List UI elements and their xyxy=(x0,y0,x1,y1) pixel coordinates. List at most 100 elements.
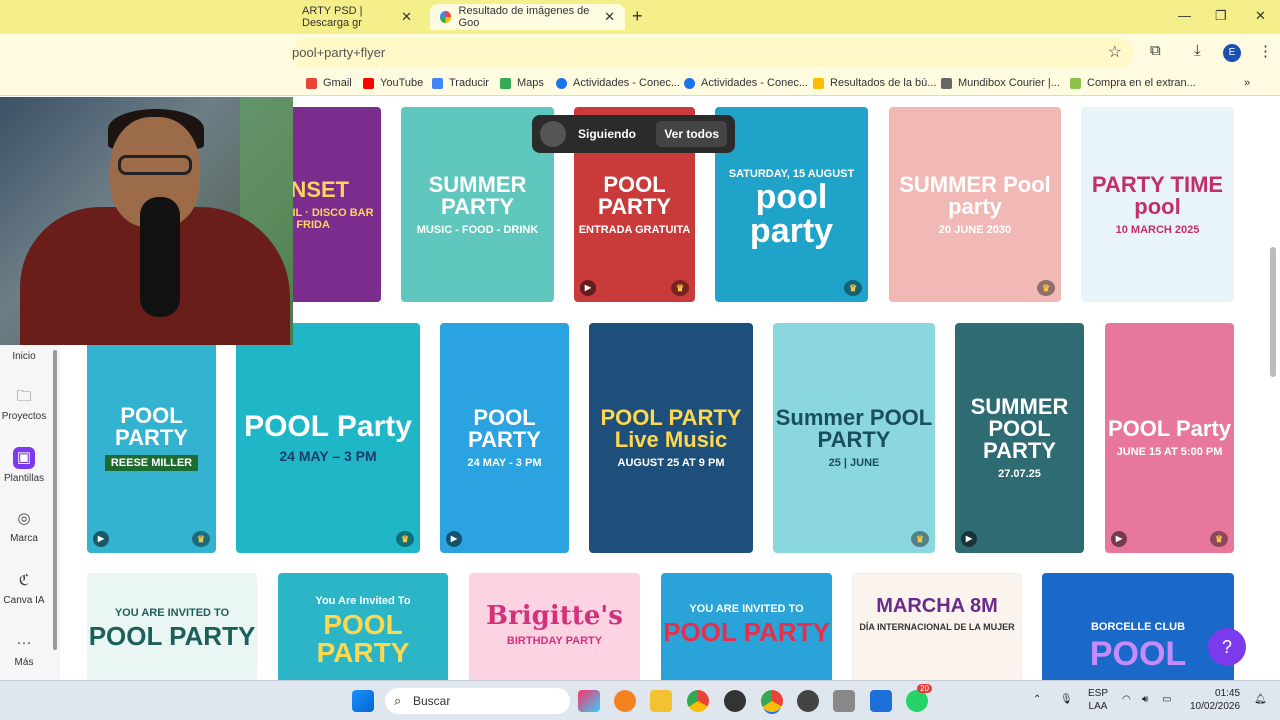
sidebar-item-label: Inicio xyxy=(12,351,36,362)
template-card[interactable]: POOL Party 24 MAY – 3 PM ♛ xyxy=(236,323,420,553)
sidebar-item-proyectos[interactable]: 🗀 Proyectos xyxy=(0,387,48,422)
crown-icon: ♛ xyxy=(192,531,210,547)
site-icon xyxy=(556,77,567,89)
sidebar-item-label: Plantillas xyxy=(3,473,45,484)
play-icon: ▶ xyxy=(446,531,462,547)
chrome-active-icon[interactable] xyxy=(761,690,783,712)
google-icon xyxy=(440,11,451,23)
template-card[interactable]: SUMMER POOL PARTY 27.07.25 ▶ xyxy=(955,323,1084,553)
language-indicator[interactable]: ESP LAA xyxy=(1088,687,1108,713)
template-card[interactable]: MARCHA 8M DÍA INTERNACIONAL DE LA MUJER xyxy=(852,573,1022,680)
crown-icon: ♛ xyxy=(1210,531,1228,547)
translate-icon xyxy=(432,77,443,89)
tab-google-images[interactable]: Resultado de imágenes de Goo ✕ xyxy=(430,4,625,30)
microphone-tray-icon[interactable]: 🎙︎ xyxy=(1060,693,1073,706)
notifications-icon[interactable]: 🔔︎ xyxy=(1254,693,1267,706)
extensions-icon[interactable]: ⧉ xyxy=(1150,42,1161,59)
bookmark-traducir[interactable]: Traducir xyxy=(432,77,489,89)
media-player-icon[interactable] xyxy=(797,690,819,712)
clock[interactable]: 01:45 10/02/2026 xyxy=(1190,687,1240,713)
template-card[interactable]: YOU ARE INVITED TO POOL PARTY xyxy=(661,573,832,680)
play-icon: ▶ xyxy=(1111,531,1127,547)
obs-icon[interactable] xyxy=(724,690,746,712)
ai-icon: ℭ xyxy=(18,572,30,589)
bookmark-compra[interactable]: Compra en el extran... xyxy=(1070,77,1196,89)
crown-icon: ♛ xyxy=(671,280,689,296)
template-card[interactable]: POOL Party JUNE 15 AT 5:00 PM ▶ ♛ xyxy=(1105,323,1234,553)
template-card[interactable]: Brigitte's BIRTHDAY PARTY xyxy=(469,573,640,680)
close-tab-icon[interactable]: ✕ xyxy=(604,9,615,25)
bookmark-gmail[interactable]: Gmail xyxy=(306,77,352,89)
more-icon: ··· xyxy=(16,634,32,651)
new-tab-button[interactable]: + xyxy=(632,6,643,27)
tab-freepik[interactable]: ARTY PSD | Descarga gr ✕ xyxy=(292,4,422,30)
url-text: pool+party+flyer xyxy=(292,45,386,60)
template-card[interactable]: POOL PARTY Live Music AUGUST 25 AT 9 PM xyxy=(589,323,753,553)
taskbar-search-input[interactable]: ⌕ Buscar xyxy=(385,688,570,714)
page-scrollbar[interactable] xyxy=(1270,247,1276,377)
profile-avatar[interactable]: E xyxy=(1223,44,1241,62)
maps-icon xyxy=(500,77,511,89)
address-toolbar: pool+party+flyer ☆ xyxy=(0,34,1280,72)
following-label[interactable]: Siguiendo xyxy=(578,127,636,141)
view-all-button[interactable]: Ver todos xyxy=(656,121,727,147)
templates-icon: ▣ xyxy=(13,447,35,469)
windows-start-icon[interactable] xyxy=(352,690,374,712)
bookmarks-bar: Gmail YouTube Traducir Maps Actividades … xyxy=(0,72,1280,96)
template-card[interactable]: Summer POOL PARTY 25 | JUNE ♛ xyxy=(773,323,935,553)
menu-kebab-icon[interactable]: ⋮ xyxy=(1258,42,1273,60)
sidebar-item-marca[interactable]: ◎ Marca xyxy=(0,509,48,544)
sidebar-item-plantillas[interactable]: ▣ Plantillas xyxy=(0,447,48,484)
tray-chevron-icon[interactable]: ⌃ xyxy=(1033,693,1041,706)
crown-icon: ♛ xyxy=(396,531,414,547)
editor-icon[interactable] xyxy=(870,690,892,712)
search-app-icon[interactable] xyxy=(614,690,636,712)
sidebar-item-mas[interactable]: ··· Más xyxy=(0,633,48,668)
volume-icon[interactable]: 🔊︎ xyxy=(1142,693,1148,706)
play-icon: ▶ xyxy=(93,531,109,547)
battery-icon[interactable]: ▭ xyxy=(1162,693,1171,706)
minimize-button[interactable]: — xyxy=(1178,8,1191,23)
play-icon: ▶ xyxy=(961,531,977,547)
bookmark-resultados[interactable]: Resultados de la bú... xyxy=(813,77,936,89)
sidebar-item-canva-ia[interactable]: ℭ Canva IA xyxy=(0,571,48,606)
wifi-icon[interactable]: ◠ xyxy=(1122,693,1131,706)
close-tab-icon[interactable]: ✕ xyxy=(401,9,412,25)
tab-label: Resultado de imágenes de Goo xyxy=(458,5,590,29)
app-icon[interactable] xyxy=(833,690,855,712)
copilot-icon[interactable] xyxy=(578,690,600,712)
more-bookmarks-icon[interactable]: » xyxy=(1244,77,1250,89)
notification-badge: 20 xyxy=(917,684,932,693)
close-window-button[interactable]: ✕ xyxy=(1255,8,1266,24)
mundibox-icon xyxy=(941,77,952,89)
template-card[interactable]: You Are Invited To POOL PARTY xyxy=(278,573,448,680)
windows-taskbar: ⌕ Buscar 20 ⌃ 🎙︎ ESP LAA ◠ 🔊︎ ▭ 01:45 10/0… xyxy=(0,680,1280,720)
bookmark-youtube[interactable]: YouTube xyxy=(363,77,423,89)
bookmark-actividades-2[interactable]: Actividades - Conec... xyxy=(684,77,808,89)
sidebar-item-label: Más xyxy=(14,657,34,668)
sidebar-item-label: Canva IA xyxy=(3,595,45,606)
download-icon[interactable]: ⤓ xyxy=(1194,42,1201,59)
bookmark-mundibox[interactable]: Mundibox Courier |... xyxy=(941,77,1060,89)
crown-icon: ♛ xyxy=(911,531,929,547)
template-card[interactable]: PARTY TIME pool 10 MARCH 2025 xyxy=(1081,107,1234,302)
help-button[interactable]: ? xyxy=(1208,628,1246,666)
url-input[interactable]: pool+party+flyer ☆ xyxy=(292,38,1134,68)
file-explorer-icon[interactable] xyxy=(650,690,672,712)
template-card[interactable]: YOU ARE INVITED TO POOL PARTY xyxy=(87,573,257,680)
template-card[interactable]: POOL PARTY REESE MILLER ▶ ♛ xyxy=(87,323,216,553)
bookmark-star-icon[interactable]: ☆ xyxy=(1108,38,1122,68)
template-card[interactable]: BORCELLE CLUB POOL xyxy=(1042,573,1234,680)
template-card[interactable]: SATURDAY, 15 AUGUST pool party ♛ xyxy=(715,107,868,302)
sidebar-item-label: Marca xyxy=(10,533,38,544)
bookmark-actividades-1[interactable]: Actividades - Conec... xyxy=(556,77,680,89)
whatsapp-icon[interactable] xyxy=(906,690,928,712)
template-card[interactable]: POOL PARTY 24 MAY - 3 PM ▶ xyxy=(440,323,569,553)
bookmark-maps[interactable]: Maps xyxy=(500,77,544,89)
chrome-icon[interactable] xyxy=(687,690,709,712)
canva-sidebar: Inicio 🗀 Proyectos ▣ Plantillas ◎ Marca … xyxy=(0,345,60,680)
maximize-button[interactable]: ❐ xyxy=(1215,8,1227,24)
sidebar-scrollbar[interactable] xyxy=(53,350,57,650)
sidebar-item-inicio[interactable]: Inicio xyxy=(0,351,48,362)
template-card[interactable]: SUMMER Pool party 20 JUNE 2030 ♛ xyxy=(889,107,1061,302)
